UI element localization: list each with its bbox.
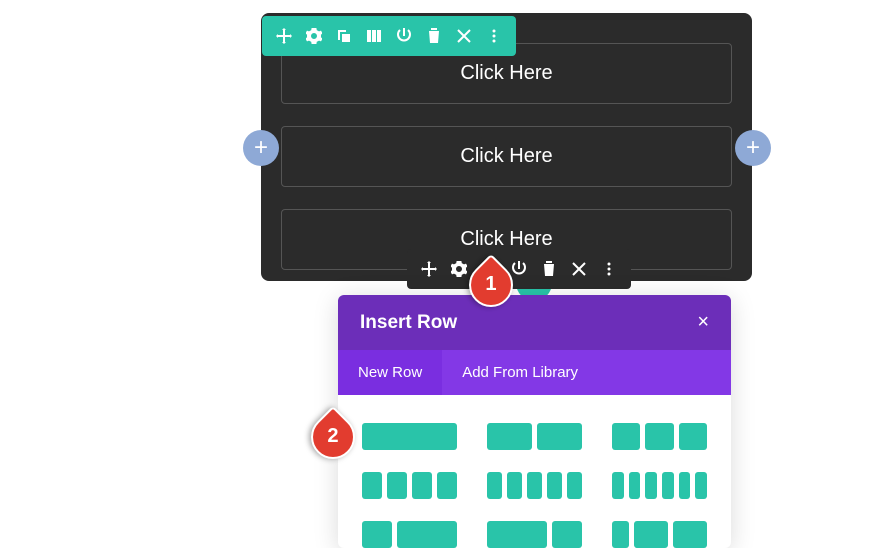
panel-header: Insert Row × bbox=[338, 295, 731, 350]
layout-1-2[interactable] bbox=[362, 521, 457, 548]
insert-row-panel: Insert Row × New Row Add From Library bbox=[338, 295, 731, 548]
layout-2-1[interactable] bbox=[487, 521, 582, 548]
add-section-left[interactable]: + bbox=[243, 130, 279, 166]
layout-4col[interactable] bbox=[362, 472, 457, 499]
layout-1col[interactable] bbox=[362, 423, 457, 450]
duplicate-icon[interactable] bbox=[336, 28, 352, 44]
move-icon[interactable] bbox=[276, 28, 292, 44]
tab-new-row[interactable]: New Row bbox=[338, 350, 442, 395]
power-icon[interactable] bbox=[511, 261, 527, 277]
layout-1-3[interactable] bbox=[612, 521, 707, 548]
panel-title: Insert Row bbox=[360, 312, 457, 334]
add-section-right[interactable]: + bbox=[735, 130, 771, 166]
annotation-marker-1: 1 bbox=[469, 263, 513, 307]
gear-icon[interactable] bbox=[306, 28, 322, 44]
annotation-marker-2: 2 bbox=[311, 415, 355, 459]
row-layouts bbox=[338, 395, 731, 548]
close-icon[interactable]: × bbox=[697, 311, 709, 334]
trash-icon[interactable] bbox=[541, 261, 557, 277]
row-toolbar bbox=[407, 249, 631, 289]
gear-icon[interactable] bbox=[451, 261, 467, 277]
close-icon[interactable] bbox=[456, 28, 472, 44]
layout-2col[interactable] bbox=[487, 423, 582, 450]
layout-6col[interactable] bbox=[612, 472, 707, 499]
more-icon[interactable] bbox=[486, 28, 502, 44]
tab-add-from-library[interactable]: Add From Library bbox=[442, 350, 598, 395]
columns-icon[interactable] bbox=[366, 28, 382, 44]
power-icon[interactable] bbox=[396, 28, 412, 44]
layout-5col[interactable] bbox=[487, 472, 582, 499]
layout-3col[interactable] bbox=[612, 423, 707, 450]
trash-icon[interactable] bbox=[426, 28, 442, 44]
section-toolbar bbox=[262, 16, 516, 56]
more-icon[interactable] bbox=[601, 261, 617, 277]
panel-tabs: New Row Add From Library bbox=[338, 350, 731, 395]
cta-button[interactable]: Click Here bbox=[281, 126, 732, 187]
move-icon[interactable] bbox=[421, 261, 437, 277]
close-icon[interactable] bbox=[571, 261, 587, 277]
